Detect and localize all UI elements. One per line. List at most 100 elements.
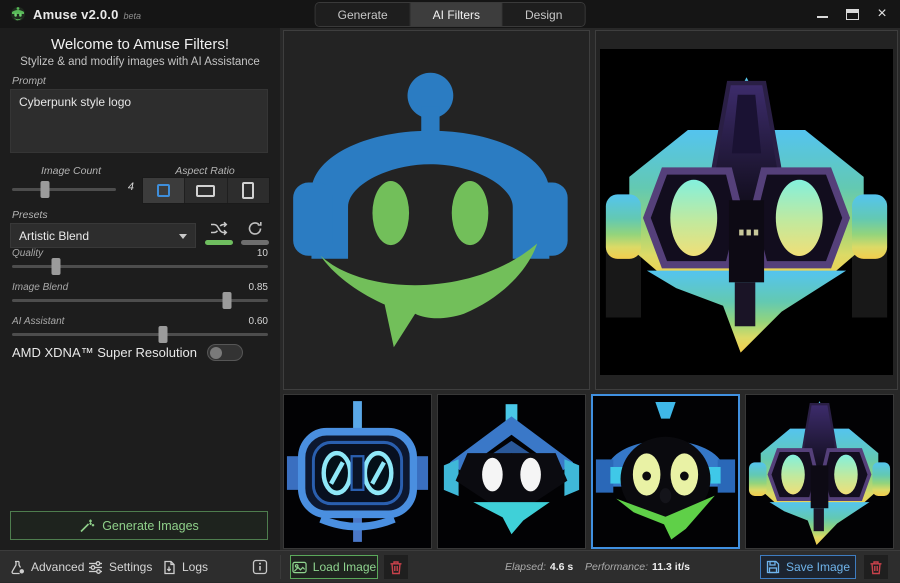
settings-label: Settings [109, 560, 152, 574]
thumbnail-2[interactable] [437, 394, 586, 549]
result-thumbnail-strip [283, 394, 894, 549]
document-icon [162, 560, 176, 575]
refresh-icon[interactable] [247, 221, 263, 236]
thumbnail-2-image [438, 395, 585, 548]
quality-label: Quality [12, 248, 43, 259]
filters-sidebar: Welcome to Amuse Filters! Stylize & and … [0, 28, 280, 550]
aspect-ratio-landscape-button[interactable] [185, 178, 227, 203]
ai-assistant-label: AI Assistant [12, 316, 64, 327]
window-controls: × [810, 0, 894, 28]
source-image-panel [283, 30, 590, 390]
save-icon [766, 560, 780, 574]
shuffle-icon[interactable] [210, 221, 228, 236]
elapsed-value: 4.6 s [550, 561, 573, 573]
portrait-icon [242, 182, 254, 199]
toggle-knob [210, 347, 222, 359]
shuffle-tool [204, 221, 234, 245]
maximize-icon[interactable] [840, 3, 864, 25]
settings-button[interactable]: Settings [88, 551, 152, 583]
presets-dropdown[interactable]: Artistic Blend [10, 223, 196, 248]
source-robot-logo-image [284, 31, 589, 389]
image-count-label: Image Count [10, 165, 132, 177]
tab-design[interactable]: Design [503, 3, 584, 26]
close-icon[interactable]: × [870, 3, 894, 25]
presets-label: Presets [12, 209, 48, 221]
thumbnail-4[interactable] [745, 394, 894, 549]
refresh-inactive-indicator [241, 240, 269, 245]
image-count-slider[interactable] [12, 188, 116, 191]
logs-button[interactable]: Logs [162, 551, 208, 583]
main-tab-bar: Generate AI Filters Design [315, 2, 586, 27]
welcome-subtitle: Stylize & and modify images with AI Assi… [0, 56, 280, 68]
thumbnail-1-image [284, 395, 431, 548]
image-icon [292, 561, 307, 574]
aspect-ratio-portrait-button[interactable] [228, 178, 269, 203]
ai-assistant-slider[interactable] [12, 333, 268, 336]
image-workspace [280, 28, 900, 550]
quality-slider-thumb[interactable] [51, 258, 60, 275]
image-blend-value: 0.85 [249, 282, 268, 293]
advanced-button[interactable]: Advanced [10, 551, 84, 583]
super-resolution-toggle[interactable] [207, 344, 243, 361]
delete-result-button[interactable] [864, 555, 888, 579]
ai-assistant-value: 0.60 [249, 316, 268, 327]
image-blend-label: Image Blend [12, 282, 68, 293]
info-icon [252, 559, 268, 575]
refresh-tool [240, 221, 270, 245]
square-icon [157, 184, 170, 197]
beta-badge: beta [124, 7, 142, 21]
logs-label: Logs [182, 560, 208, 574]
quality-slider[interactable] [12, 265, 268, 268]
save-image-button[interactable]: Save Image [760, 555, 856, 579]
trash-icon [869, 560, 883, 575]
performance-label: Performance: [585, 561, 648, 573]
prompt-input[interactable]: Cyberpunk style logo [10, 89, 268, 153]
tab-generate[interactable]: Generate [316, 3, 411, 26]
trash-icon [389, 560, 403, 575]
image-count-value: 4 [120, 181, 134, 193]
result-image-panel [595, 30, 898, 390]
welcome-title: Welcome to Amuse Filters! [0, 36, 280, 53]
app-identity: Amuse v2.0.0 beta [10, 0, 141, 28]
prompt-label: Prompt [12, 75, 46, 87]
app-title: Amuse v2.0.0 [33, 7, 119, 22]
status-bar: Advanced Settings Logs [0, 550, 900, 582]
magic-wand-icon [79, 518, 95, 533]
elapsed-label: Elapsed: [505, 561, 546, 573]
load-image-button[interactable]: Load Image [290, 555, 378, 579]
image-blend-slider-thumb[interactable] [223, 292, 232, 309]
minimize-icon[interactable] [810, 3, 834, 25]
chevron-down-icon [179, 234, 187, 239]
sliders-icon [88, 560, 103, 575]
info-button[interactable] [252, 551, 268, 583]
clear-source-button[interactable] [384, 555, 408, 579]
advanced-label: Advanced [31, 560, 84, 574]
cyberpunk-result-image [600, 49, 893, 375]
load-image-label: Load Image [313, 560, 376, 574]
elapsed-stat: Elapsed: 4.6 s [505, 551, 573, 583]
generate-images-label: Generate Images [102, 519, 199, 533]
thumbnail-3[interactable] [591, 394, 740, 549]
aspect-ratio-group [142, 177, 270, 204]
footer-divider [280, 555, 281, 579]
landscape-icon [196, 185, 215, 197]
image-blend-slider[interactable] [12, 299, 268, 302]
flask-icon [10, 560, 25, 575]
title-bar: Amuse v2.0.0 beta Generate AI Filters De… [0, 0, 900, 28]
thumbnail-1[interactable] [283, 394, 432, 549]
ai-assistant-slider-thumb[interactable] [159, 326, 168, 343]
super-resolution-label: AMD XDNA™ Super Resolution [12, 345, 197, 360]
tab-ai-filters[interactable]: AI Filters [411, 3, 503, 26]
performance-stat: Performance: 11.3 it/s [585, 551, 690, 583]
generate-images-button[interactable]: Generate Images [10, 511, 268, 540]
aspect-ratio-label: Aspect Ratio [140, 165, 270, 177]
aspect-ratio-square-button[interactable] [143, 178, 185, 203]
performance-value: 11.3 it/s [652, 561, 690, 573]
image-count-slider-thumb[interactable] [41, 181, 50, 198]
thumbnail-3-image [593, 396, 738, 547]
robot-icon [10, 6, 26, 22]
shuffle-active-indicator [205, 240, 233, 245]
save-image-label: Save Image [786, 560, 850, 574]
quality-value: 10 [257, 248, 268, 259]
result-image-canvas [600, 49, 893, 375]
